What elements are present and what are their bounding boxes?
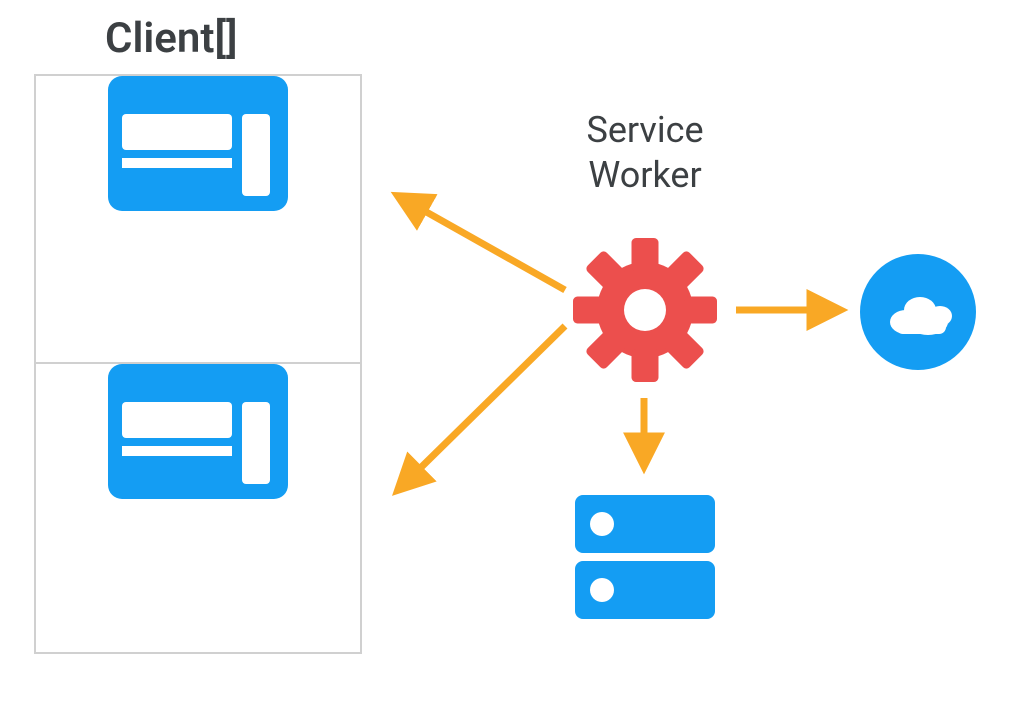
arrow-sw-to-client1 [398, 326, 565, 490]
service-worker-label: Service Worker [555, 108, 735, 198]
arrow-sw-to-client0 [398, 196, 565, 290]
clients-array-title: Client[] [105, 14, 237, 63]
sw-label-line1: Service [586, 109, 703, 151]
client-card-1: Client[1] [36, 364, 360, 652]
diagram-canvas: Client[] Client[0] Client[1] [0, 0, 1010, 702]
browser-window-icon [108, 364, 288, 503]
client-card-0: Client[0] [36, 76, 360, 364]
clients-container: Client[0] Client[1] [34, 74, 362, 654]
browser-window-icon [108, 76, 288, 215]
gear-icon [570, 235, 720, 389]
sw-label-line2: Worker [588, 154, 701, 196]
cloud-icon [858, 252, 978, 376]
database-icon [570, 475, 720, 629]
